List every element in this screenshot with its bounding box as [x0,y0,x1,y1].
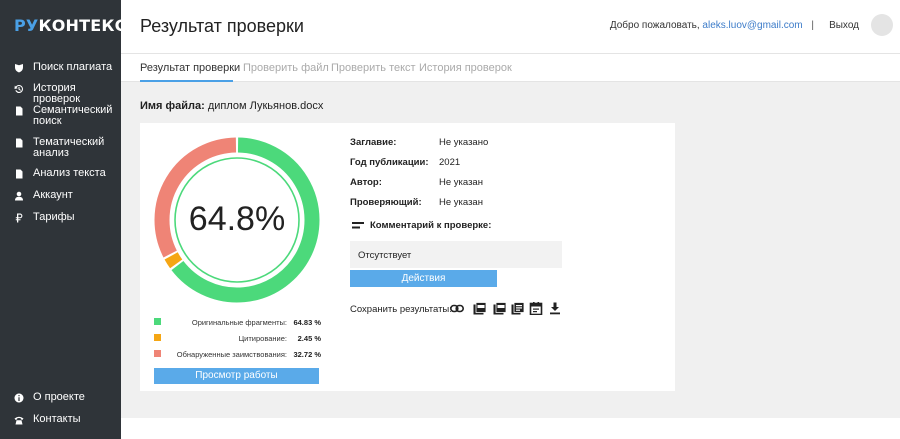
report-icon[interactable] [511,302,525,315]
phone-icon [13,414,25,425]
tab-bar: Результат проверки Проверить файл Провер… [121,53,900,82]
legend-value: 32.72 % [293,350,321,359]
sidebar-item-contacts[interactable]: Контакты [0,414,121,425]
meta-label-year: Год публикации: [350,157,429,168]
tab-history[interactable]: История проверок [419,62,512,74]
legend-swatch-borrowing [154,350,161,357]
sidebar-item-label: О проекте [33,391,85,403]
meta-label-reviewer: Проверяющий: [350,197,422,208]
meta-value-title: Не указано [439,137,489,148]
meta-value-year: 2021 [439,157,461,168]
logo-part-ru: РУ [14,16,39,35]
ruble-icon [13,212,25,223]
sidebar-item-label: Аккаунт [33,189,73,201]
legend-citation: Цитирование: 2.45 % [154,333,321,343]
sidebar-item-semantic-search[interactable]: Семантический поиск [0,105,121,127]
meta-label-title: Заглавие: [350,137,397,148]
legend-label: Оригинальные фрагменты: [191,318,287,327]
info-icon [13,392,25,403]
sidebar-item-label: История проверок [33,82,81,105]
tab-check-file[interactable]: Проверить файл [243,62,329,74]
welcome-label: Добро пожаловать, [609,20,700,31]
legend-swatch-citation [154,334,161,341]
comment-label: Комментарий к проверке: [370,220,492,231]
sidebar-item-label: Поиск плагиата [33,61,113,73]
sidebar-item-tariffs[interactable]: Тарифы [0,212,121,223]
user-icon [13,190,25,201]
tab-check-text[interactable]: Проверить текст [331,62,416,74]
active-tab-indicator [140,80,233,82]
sidebar-item-thematic-analysis[interactable]: Тематический анализ [0,137,121,159]
footer-strip [121,418,900,439]
file-name: Имя файла: диплом Лукьянов.docx [140,100,323,112]
logout-link[interactable]: Выход [829,20,859,31]
comment-icon [352,222,364,229]
link-icon[interactable] [450,302,464,315]
legend-swatch-original [154,318,161,325]
tab-result[interactable]: Результат проверки [140,62,240,74]
comment-box: Отсутствует [350,241,562,268]
sidebar-item-account[interactable]: Аккаунт [0,190,121,201]
sidebar-item-label: Контакты [33,413,81,425]
header-separator: | [811,20,814,31]
meta-label-author: Автор: [350,177,382,188]
sidebar-item-label: Тарифы [33,211,75,223]
sidebar-item-label: Тематический анализ [33,136,105,159]
sidebar-item-about[interactable]: О проекте [0,392,121,403]
logo[interactable]: РУКОНТЕКСТ [14,16,138,35]
legend-value: 64.83 % [293,318,321,327]
file-name-value: диплом Лукьянов.docx [207,100,324,112]
comment-text: Отсутствует [358,250,412,261]
sidebar-item-label: Анализ текста [33,167,106,179]
document-icon [13,168,25,179]
legend-original: Оригинальные фрагменты: 64.83 % [154,317,321,327]
shield-icon [13,62,25,73]
header: Результат проверки Добро пожаловать, ale… [121,0,900,53]
avatar[interactable] [871,14,893,36]
history-icon [13,83,25,94]
legend-borrowing: Обнаруженные заимствования: 32.72 % [154,349,321,359]
pdf-full-icon[interactable] [493,302,507,315]
legend-value: 2.45 % [297,334,321,343]
file-name-label: Имя файла: [140,100,205,112]
sidebar-item-history[interactable]: История проверок [0,83,121,105]
meta-value-reviewer: Не указан [439,197,483,208]
view-work-button[interactable]: Просмотр работы [154,368,319,384]
sidebar: РУКОНТЕКСТ Поиск плагиата История провер… [0,0,138,439]
meta-value-author: Не указан [439,177,483,188]
actions-button[interactable]: Действия [350,270,497,287]
page-title: Результат проверки [140,16,304,36]
comment-heading: Комментарий к проверке: [352,220,491,231]
donut-segment-citation [164,252,183,269]
user-email-link[interactable]: aleks.luov@gmail.com [702,20,802,31]
welcome-text: Добро пожаловать, aleks.luov@gmail.com | [610,20,820,31]
legend-label: Обнаруженные заимствования: [176,350,287,359]
sidebar-item-label: Семантический поиск [33,104,113,127]
calendar-icon[interactable] [529,302,543,316]
document-icon [13,137,25,148]
legend-label: Цитирование: [238,334,287,343]
sidebar-item-text-analysis[interactable]: Анализ текста [0,168,121,179]
download-icon[interactable] [548,302,562,315]
pdf-icon[interactable] [473,302,487,315]
sidebar-item-plagiarism[interactable]: Поиск плагиата [0,62,121,73]
document-icon [13,105,25,116]
save-results-label: Сохранить результаты: [350,304,452,315]
originality-percent: 64.8% [188,200,286,238]
